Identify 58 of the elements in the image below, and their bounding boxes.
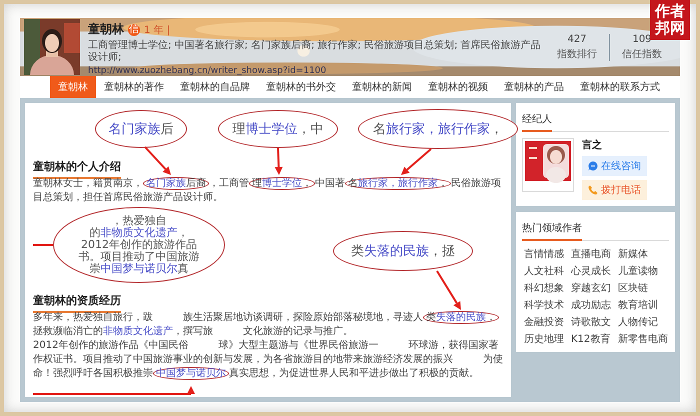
magnified-text-callout: 理博士学位，中	[218, 110, 338, 148]
paragraph: 多年来，热爱独自旅行，跋 族生活聚居地访谈调研，探险原始部落秘境地，寻迹人 类失落的民族， 拯救濒临消亡的非物质文化遗产，撰写旅 文化旅游的记录与推广。	[33, 311, 503, 339]
section-title: 童朝林的资质经历	[33, 293, 121, 313]
agent-name: 言之	[582, 138, 603, 152]
paragraph-text: 后裔	[186, 178, 206, 189]
category-link[interactable]: 成功励志	[571, 298, 612, 312]
paragraph-text: ，	[302, 178, 312, 189]
paragraph-text: ，	[438, 178, 448, 189]
pointer-arrow	[144, 146, 171, 175]
category-link[interactable]: 教育培训	[618, 298, 669, 312]
category-link[interactable]: 新媒体	[618, 247, 669, 261]
card-title: 经纪人	[522, 110, 552, 132]
card-title: 热门领域作者	[522, 219, 582, 241]
magnified-text-callout: 名旅行家，旅行作家，	[358, 109, 518, 149]
paragraph-text: 名	[348, 178, 358, 189]
nav-tab[interactable]: 童朝林的著作	[96, 76, 172, 98]
section-title: 童朝林的个人介绍	[33, 159, 121, 179]
magnified-text-callout: 类失落的民族，拯	[333, 231, 473, 271]
category-link[interactable]: 科学技术	[524, 298, 565, 312]
magnified-text-callout: 名门家族后	[95, 110, 187, 148]
paragraph: 2012年创作的旅游作品《中国民俗 球》大型主题游与《世界民俗旅游一 环球游，获得国家著作权证书。项目推动了中国旅游事业的创新与发展，为各省旅游目的地带来旅游经济发展的振兴 为使命！强烈呼吁各国积极推崇 中国梦与诺贝尔 真实思想，为促进世界人民和平进步做出了积极的贡献。	[33, 339, 503, 381]
category-link[interactable]: 穿越玄幻	[571, 281, 612, 295]
pointer-arrow	[401, 148, 432, 175]
paragraph-text: 类	[426, 312, 436, 323]
category-link[interactable]: 新零售电商	[618, 332, 669, 346]
phone-icon	[588, 185, 598, 195]
category-link[interactable]: 科幻想象	[524, 281, 565, 295]
nav-tab[interactable]: 童朝林的自品牌	[172, 76, 258, 98]
pointer-arrow	[274, 148, 283, 175]
category-link[interactable]: 诗歌散文	[571, 315, 612, 329]
category-link[interactable]: 儿童读物	[618, 264, 669, 278]
link[interactable]: 博士学位	[262, 178, 302, 189]
category-link[interactable]: 人物传记	[618, 315, 669, 329]
category-link[interactable]: 历史地理	[524, 332, 565, 346]
link[interactable]: 旅行家，旅行作家	[358, 178, 438, 189]
link[interactable]: 非物质文化遗产	[103, 326, 173, 337]
nav-tab[interactable]: 童朝林的视频	[420, 76, 496, 98]
category-link[interactable]: 人文社科	[524, 264, 565, 278]
category-link[interactable]: K12教育	[571, 332, 612, 346]
nav-tab[interactable]: 童朝林的书外交	[258, 76, 344, 98]
paragraph-text: ，	[486, 312, 496, 323]
category-link[interactable]: 直播电商	[571, 247, 612, 261]
category-link[interactable]: 言情情感	[524, 247, 565, 261]
link[interactable]: 中国梦与诺贝尔	[156, 368, 226, 379]
nav-tab[interactable]: 童朝林的联系方式	[572, 76, 668, 98]
category-link[interactable]: 区块链	[618, 281, 669, 295]
link[interactable]: 失落的民族	[436, 312, 486, 323]
chat-icon	[588, 161, 598, 171]
magnified-text-callout: ，热爱独自 的非物质文化遗产， 2012年创作的旅游作品 书。项目推动了中国旅游 崇中国梦与诺贝尔真	[53, 207, 225, 283]
paragraph: 童朝林女士，籍贯南京， 名门家族后裔 ，工商管 理博士学位， 中国著 名旅行家，旅行作家， 民俗旅游项目总策划，担任首席民俗旅游产品设计师。	[33, 177, 502, 205]
category-link[interactable]: 金融投资	[524, 315, 565, 329]
pointer-arrow	[436, 270, 461, 310]
nav-tab[interactable]: 童朝林的产品	[496, 76, 572, 98]
nav-tab[interactable]: 童朝林的新闻	[344, 76, 420, 98]
paragraph-text: 理	[252, 178, 262, 189]
link[interactable]: 名门家族	[146, 178, 186, 189]
category-link[interactable]: 心灵成长	[571, 264, 612, 278]
contact-button[interactable]: 在线咨询	[582, 156, 647, 176]
